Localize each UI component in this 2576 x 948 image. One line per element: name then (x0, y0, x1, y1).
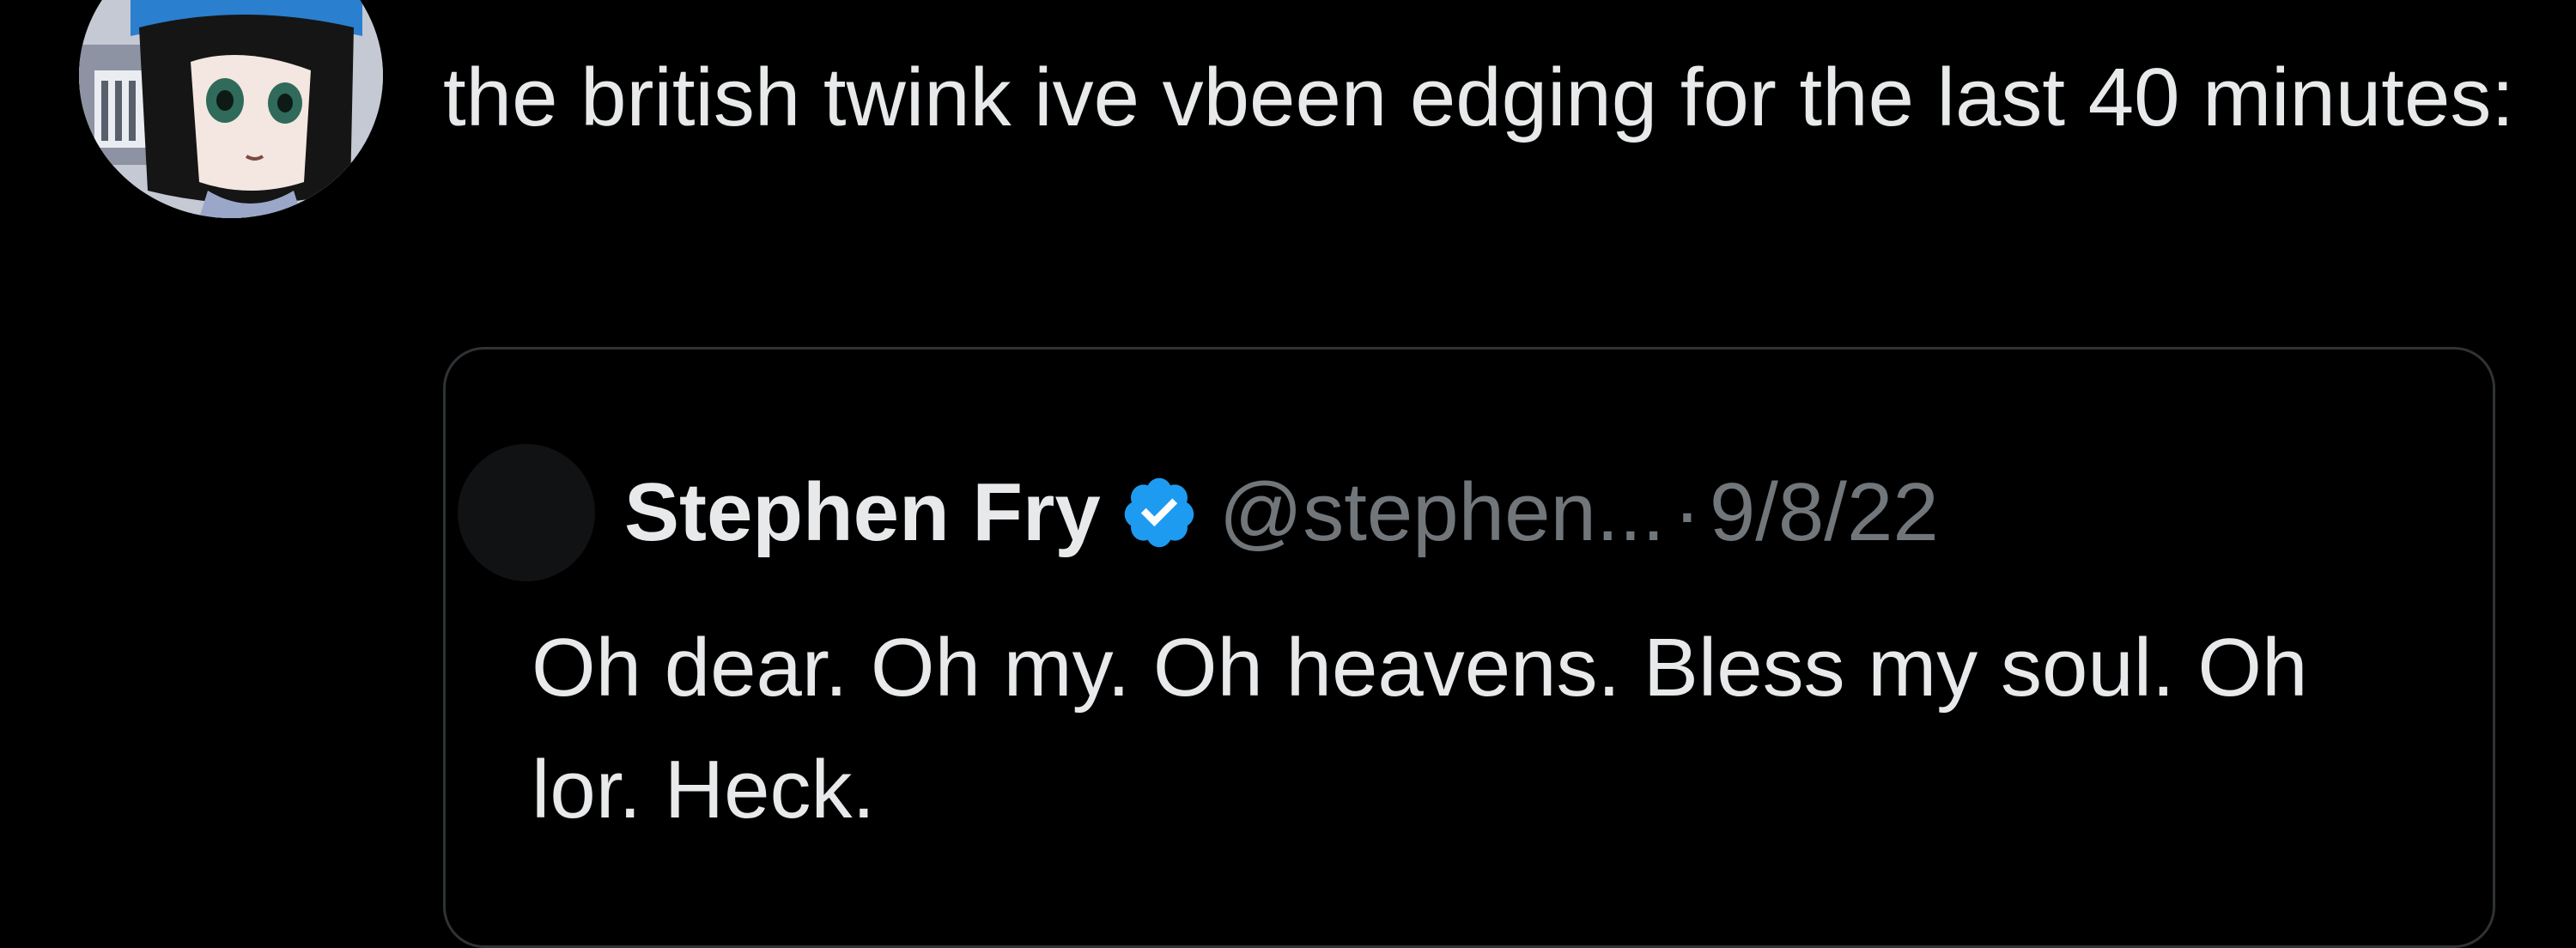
meta-separator: · (1673, 466, 1701, 558)
verified-badge-icon (1124, 477, 1194, 548)
quoted-author-name[interactable]: Stephen Fry (624, 465, 1101, 560)
author-avatar[interactable] (79, 0, 383, 218)
anime-character-avatar-icon (79, 0, 383, 218)
quoted-author-handle[interactable]: @stephen... (1219, 465, 1665, 560)
quoted-tweet-date[interactable]: 9/8/22 (1710, 465, 1939, 560)
quoted-tweet-card[interactable]: Stephen Fry @stephen... · 9/8/22 Oh dear… (443, 347, 2495, 948)
quoted-tweet-header: Stephen Fry @stephen... · 9/8/22 (458, 444, 1939, 581)
quoted-tweet-text: Oh dear. Oh my. Oh heavens. Bless my sou… (532, 622, 2308, 836)
tweet-text: the british twink ive vbeen edging for t… (443, 52, 2514, 143)
quoted-author-avatar[interactable] (458, 444, 595, 581)
tweet-header (443, 0, 2504, 14)
tweet: the british twink ive vbeen edging for t… (0, 0, 2576, 948)
